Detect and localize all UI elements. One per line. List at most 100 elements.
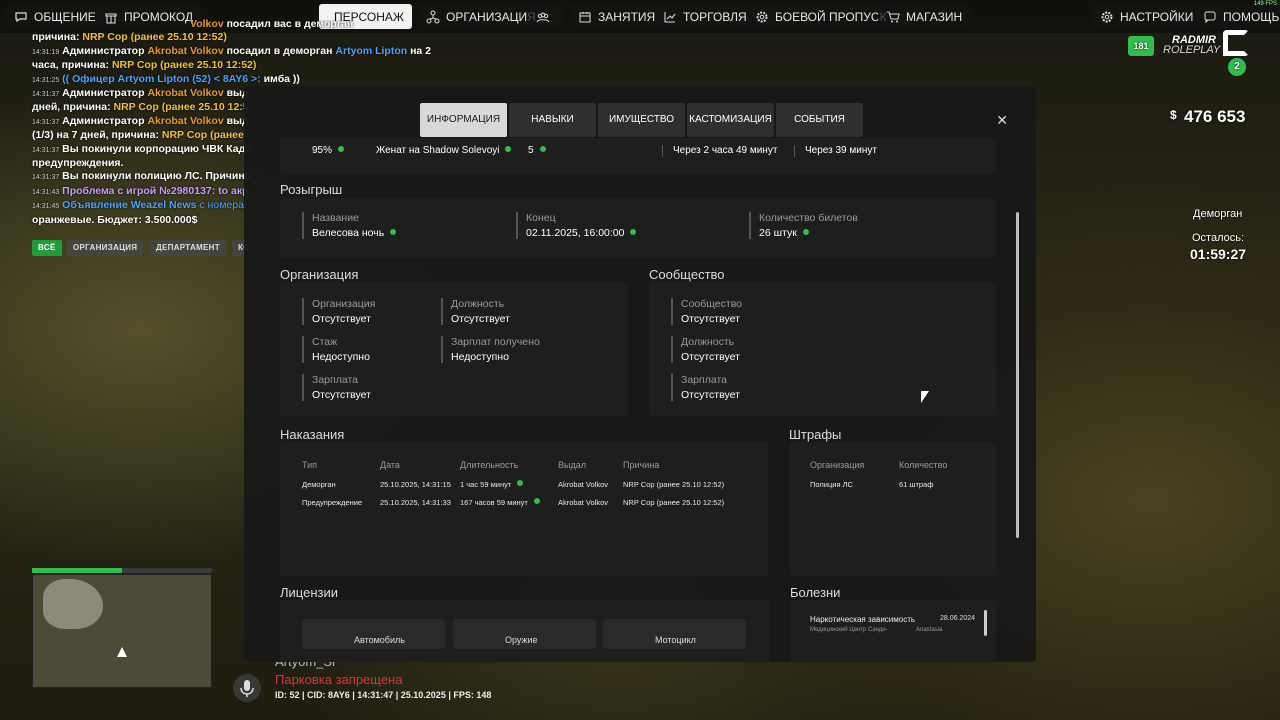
chat-line: Volkov посадил вас в деморган [190,18,354,30]
nav-lessons[interactable]: ЗАНЯТИЯ [570,4,664,29]
mouse-cursor-icon [921,391,929,403]
disease-place: Медицинский Центр Сэнди- [810,627,888,633]
column-header: Выдал [558,460,586,470]
server-number: 2 [1228,58,1246,76]
money-symbol: $ [1170,108,1177,122]
minimap [32,574,212,688]
info-value: Через 2 часа 49 минут [662,145,777,157]
nav-settings-label: НАСТРОЙКИ [1120,9,1194,24]
nav-settings[interactable]: НАСТРОЙКИ [1092,4,1202,29]
table-cell: 25.10.2025, 14:31:33 [380,498,451,507]
organization-title: Организация [280,267,359,282]
money-value: 476 653 [1184,107,1246,126]
tab-property[interactable]: ИМУЩЕСТВО [598,103,685,137]
license-weapon: Оружие [453,619,596,649]
logo-bottom: ROLEPLAY [1163,44,1221,56]
column-header: Причина [623,460,660,470]
raffle-card: Название Велесова ночь Конец 02.11.2025, 1… [280,198,996,258]
armor-bar [122,568,212,573]
table-cell: Полиция ЛС [810,480,853,489]
fps-counter: 149 FPS [1253,1,1277,7]
nav-trade[interactable]: ТОРГОВЛЯ [655,4,755,29]
scrollbar[interactable] [1016,212,1019,538]
table-cell: NRP Cop (ранее 25.10 12:52) [623,480,725,489]
nav-group[interactable] [528,4,564,29]
status-line: ID: 52 | CID: 8AY6 | 14:31:47 | 25.10.20… [275,690,492,700]
disease-name: Наркотическая зависимость [810,615,916,624]
disease-scrollbar[interactable] [984,610,987,636]
org-salary-field: Зарплата Отсутствует [302,374,371,401]
zone-text: Парковка запрещена [275,672,403,687]
column-header: Дата [380,460,400,470]
punishments-title: Наказания [280,427,345,442]
fines-title: Штрафы [789,427,842,442]
column-header: Организация [810,460,865,470]
chart-line-icon [664,11,676,23]
basic-info-card [280,138,996,174]
modal-tabs: ИНФОРМАЦИЯ НАВЫКИ ИМУЩЕСТВО КАСТОМИЗАЦИЯ… [420,103,863,137]
tab-customization[interactable]: КАСТОМИЗАЦИЯ [687,103,774,137]
cart-icon [887,11,900,22]
column-header: Длительность [460,460,519,470]
organization-card: Организация Отсутствует Должность Отсутств… [280,282,628,416]
community-name-field: Сообщество Отсутствует [671,298,742,325]
player-arrow-icon [117,647,127,657]
health-bar [32,568,122,573]
table-cell: 25.10.2025, 14:31:15 [380,480,451,489]
table-cell: 1 час 59 минут [460,480,524,489]
close-button[interactable]: ✕ [996,112,1008,129]
tab-skills[interactable]: НАВЫКИ [509,103,596,137]
chat-bubble-icon [15,11,27,22]
org-salaries-field: Зарплат получено Недоступно [441,336,540,363]
chat-filter-all[interactable]: ВСЁ [32,240,62,256]
info-value: Женат на Shadow Solevoyi [376,145,512,156]
radmir-logo-icon [1223,30,1249,56]
raffle-end-field: Конец 02.11.2025, 16:00:00 [516,212,637,239]
remaining-label: Осталось: [1192,232,1245,244]
org-name-field: Организация Отсутствует [302,298,375,325]
chat-line: часа, причина: NRP Cop (ранее 25.10 12:5… [32,59,257,72]
tab-events[interactable]: СОБЫТИЯ [776,103,863,137]
diseases-card: Наркотическая зависимость 28.06.2024 Мед… [790,600,996,662]
disease-date: 28.06.2024 [940,615,976,622]
table-cell: Akrobat Volkov [558,498,609,507]
table-cell: Деморган [302,480,336,489]
character-modal: ИНФОРМАЦИЯ НАВЫКИ ИМУЩЕСТВО КАСТОМИЗАЦИЯ… [244,86,1036,662]
chat-filter-organization[interactable]: ОРГАНИЗАЦИЯ [67,240,144,256]
raffle-tickets-field: Количество билетов 26 штук [749,212,858,239]
nav-battlepass[interactable]: БОЕВОЙ ПРОПУСК [747,4,895,29]
minimap-land [43,579,103,629]
nav-shop[interactable]: МАГАЗИН [878,4,971,29]
nav-lessons-label: ЗАНЯТИЯ [598,9,656,24]
table-cell: Предупреждение [302,498,363,507]
nav-trade-label: ТОРГОВЛЯ [683,9,747,24]
community-position-field: Должность Отсутствует [671,336,740,363]
nav-help[interactable]: ПОМОЩЬ [1195,4,1280,29]
table-cell: 61 штраф [899,480,934,489]
diseases-title: Болезни [790,585,841,600]
info-value: Через 39 минут [794,145,877,157]
tab-information[interactable]: ИНФОРМАЦИЯ [420,103,507,137]
licenses-title: Лицензии [280,585,338,600]
nav-organization-label: ОРГАНИЗАЦИЯ [446,9,536,24]
org-tenure-field: Стаж Недоступно [302,336,370,363]
chat-line: 14:31:19 Администратор Akrobat Volkov по… [32,44,432,57]
calendar-icon [579,11,591,22]
chat-line: причина: NRP Cop (ранее 25.10 12:52) [32,31,227,44]
punishments-card: Тип Дата Длительность Выдал Причина Демо… [280,442,768,576]
help-chat-icon [1204,11,1216,23]
chat-filter-department[interactable]: ДЕПАРТАМЕНТ [150,240,226,256]
server-badge: 181 [1128,36,1154,56]
nav-shop-label: МАГАЗИН [906,9,963,24]
nav-battlepass-label: БОЕВОЙ ПРОПУСК [775,9,887,24]
fines-card: Организация Количество Полиция ЛС 61 штр… [789,442,996,576]
column-header: Тип [302,460,318,470]
table-cell: NRP Cop (ранее 25.10 12:52) [623,498,725,507]
chat-line: 14:31:25 (( Офицер Artyom Lipton (52) < … [32,72,300,85]
community-salary-field: Зарплата Отсутствует [671,374,740,401]
remaining-time: 01:59:27 [1190,246,1247,262]
gear-badge-icon [756,11,768,22]
raffle-title: Розыгрыш [280,182,343,197]
microphone-button[interactable] [233,674,261,702]
org-position-field: Должность Отсутствует [441,298,510,325]
